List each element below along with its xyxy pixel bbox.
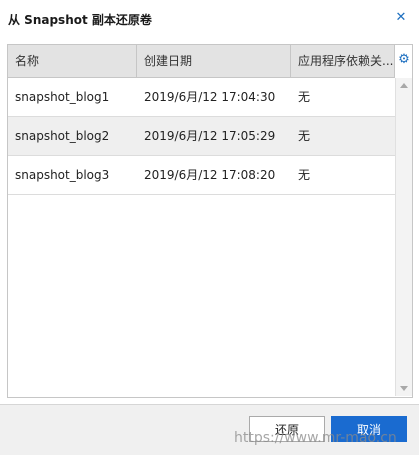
snapshot-created-date: 2019/6月/12 17:08:20 [144,168,276,182]
column-header-created-date[interactable]: 创建日期 [137,45,291,77]
snapshot-created-date: 2019/6月/12 17:04:30 [144,90,276,104]
vertical-scrollbar[interactable] [395,78,412,396]
snapshot-app-dependency: 无 [298,129,311,143]
snapshot-app-dependency: 无 [298,168,311,182]
dialog-title-bar: 从 Snapshot 副本还原卷 ✕ [0,0,419,38]
snapshot-app-dependency: 无 [298,90,311,104]
scroll-up-icon[interactable] [400,83,408,88]
table-row[interactable]: snapshot_blog3 2019/6月/12 17:08:20 无 [8,156,395,195]
restore-volume-dialog: 从 Snapshot 副本还原卷 ✕ 名称 创建日期 应用程序依赖关... ⚙ … [0,0,419,455]
column-settings[interactable]: ⚙ [395,45,412,77]
snapshot-name: snapshot_blog3 [15,168,110,182]
snapshot-name: snapshot_blog1 [15,90,110,104]
table-body: snapshot_blog1 2019/6月/12 17:04:30 无 sna… [8,78,395,195]
column-header-app-dependency[interactable]: 应用程序依赖关... [291,45,395,77]
snapshot-name: snapshot_blog2 [15,129,110,143]
table-row[interactable]: snapshot_blog2 2019/6月/12 17:05:29 无 [8,117,395,156]
scroll-down-icon[interactable] [400,386,408,391]
snapshot-table: 名称 创建日期 应用程序依赖关... ⚙ snapshot_blog1 2019… [7,44,413,398]
table-row[interactable]: snapshot_blog1 2019/6月/12 17:04:30 无 [8,78,395,117]
table-header: 名称 创建日期 应用程序依赖关... [8,45,395,78]
watermark-text: https://www.mr-mao.cn [234,430,397,446]
gear-icon[interactable]: ⚙ [397,53,411,67]
close-icon[interactable]: ✕ [393,9,409,27]
column-header-name[interactable]: 名称 [8,45,137,77]
snapshot-created-date: 2019/6月/12 17:05:29 [144,129,276,143]
dialog-title: 从 Snapshot 副本还原卷 [8,13,152,27]
